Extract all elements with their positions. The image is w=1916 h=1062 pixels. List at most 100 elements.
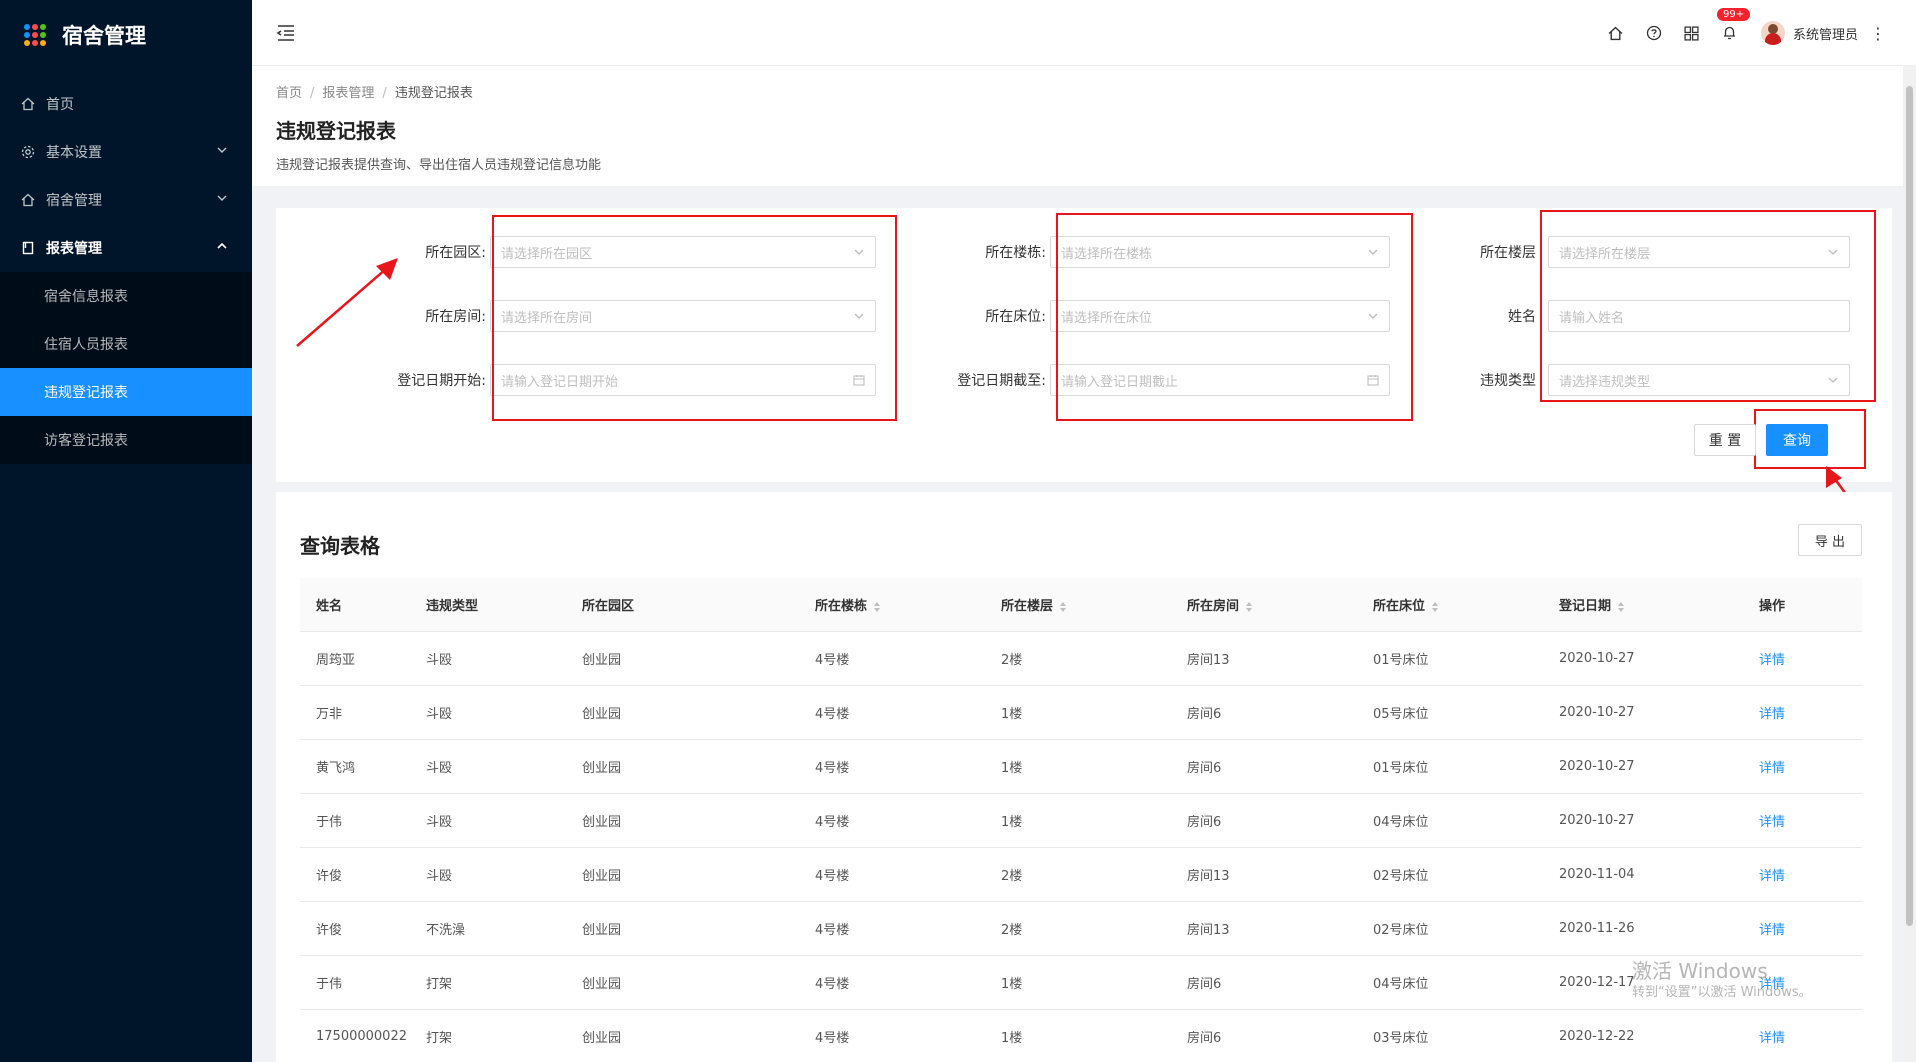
cell-name: 周筠亚 — [316, 653, 356, 668]
cell-name: 17500000022 — [316, 1029, 407, 1044]
cell-park: 创业园 — [582, 977, 622, 992]
cell-bed: 01号床位 — [1373, 653, 1429, 668]
cell-room: 房间6 — [1187, 707, 1222, 722]
sort-icon — [1618, 601, 1625, 612]
chevron-down-icon — [216, 192, 232, 208]
cell-building: 4号楼 — [815, 653, 850, 668]
column-header-floor[interactable]: 所在楼层 — [985, 595, 1171, 614]
filter-form: 所在园区: 请选择所在园区 所在房间: 请选择所在房间 登记日期开始: 请输入登… — [276, 208, 1892, 482]
sidebar-item-label: 首页 — [46, 97, 74, 113]
cell-park: 创业园 — [582, 923, 622, 938]
building-label: 所在楼栋: — [985, 245, 1046, 261]
chevron-up-icon — [216, 240, 232, 256]
sidebar: 宿舍管理 首页 基本设置 宿舍管理 报表管理 宿舍信息报表 住宿人员报表 违规登… — [0, 0, 252, 1062]
cell-bed: 01号床位 — [1373, 761, 1429, 776]
sidebar-item-basic-settings[interactable]: 基本设置 — [0, 128, 252, 176]
sort-icon — [1246, 601, 1253, 612]
page-title: 违规登记报表 — [276, 119, 396, 143]
cell-type: 打架 — [426, 977, 453, 992]
table-row: 许俊 不洗澡 创业园 4号楼 2楼 房间13 02号床位 2020-11-26 详情 — [300, 902, 1862, 956]
cell-building: 4号楼 — [815, 761, 850, 776]
sidebar-item-home[interactable]: 首页 — [0, 80, 252, 128]
annotation-box — [1056, 213, 1413, 421]
date-end-label: 登记日期截至: — [957, 373, 1046, 389]
scrollbar-thumb[interactable] — [1906, 86, 1913, 926]
cell-park: 创业园 — [582, 1031, 622, 1046]
table-body: 周筠亚 斗殴 创业园 4号楼 2楼 房间13 01号床位 2020-10-27 详情 万非 斗殴 创业… — [300, 632, 1862, 1062]
page-scrollbar[interactable] — [1903, 66, 1916, 1062]
query-button[interactable]: 查询 — [1766, 424, 1828, 456]
cell-building: 4号楼 — [815, 707, 850, 722]
column-header-action: 操作 — [1759, 599, 1786, 614]
cell-name: 许俊 — [316, 869, 343, 884]
park-label: 所在园区: — [425, 245, 486, 261]
cell-building: 4号楼 — [815, 977, 850, 992]
cell-date: 2020-12-22 — [1559, 1029, 1635, 1044]
top-header: 99+ 系统管理员 ⋮ — [252, 0, 1916, 66]
detail-link[interactable]: 详情 — [1743, 757, 1862, 776]
results-table: 姓名 违规类型 所在园区 所在楼栋 所在楼层 所在房间 所在床位 登记日期 操作… — [300, 578, 1862, 1062]
reset-button[interactable]: 重 置 — [1694, 424, 1756, 456]
column-header-room[interactable]: 所在房间 — [1171, 595, 1357, 614]
avatar[interactable] — [1760, 21, 1785, 45]
cell-room: 房间13 — [1187, 869, 1230, 884]
table-row: 周筠亚 斗殴 创业园 4号楼 2楼 房间13 01号床位 2020-10-27 详情 — [300, 632, 1862, 686]
column-header-building[interactable]: 所在楼栋 — [799, 595, 985, 614]
more-vertical-icon[interactable]: ⋮ — [1870, 24, 1886, 43]
export-button[interactable]: 导 出 — [1798, 524, 1862, 556]
table-row: 万非 斗殴 创业园 4号楼 1楼 房间6 05号床位 2020-10-27 详情 — [300, 686, 1862, 740]
cell-room: 房间6 — [1187, 815, 1222, 830]
help-icon[interactable] — [1645, 24, 1663, 42]
annotation-box — [492, 215, 897, 421]
table-row: 于伟 斗殴 创业园 4号楼 1楼 房间6 04号床位 2020-10-27 详情 — [300, 794, 1862, 848]
breadcrumb-home[interactable]: 首页 — [276, 86, 302, 101]
cell-date: 2020-11-04 — [1559, 867, 1635, 882]
cell-room: 房间6 — [1187, 761, 1222, 776]
user-name[interactable]: 系统管理员 — [1793, 24, 1858, 43]
sidebar-item-visitor-report[interactable]: 访客登记报表 — [0, 416, 252, 464]
cell-bed: 02号床位 — [1373, 923, 1429, 938]
sidebar-item-dorm-info-report[interactable]: 宿舍信息报表 — [0, 272, 252, 320]
file-icon — [20, 240, 36, 256]
column-header-type: 违规类型 — [426, 599, 479, 614]
column-header-bed[interactable]: 所在床位 — [1357, 595, 1543, 614]
sidebar-item-dorm-management[interactable]: 宿舍管理 — [0, 176, 252, 224]
breadcrumb-reports[interactable]: 报表管理 — [322, 86, 374, 101]
table-title: 查询表格 — [300, 534, 380, 558]
cell-date: 2020-10-27 — [1559, 813, 1635, 828]
table-row: 于伟 打架 创业园 4号楼 1楼 房间6 04号床位 2020-12-17 详情 — [300, 956, 1862, 1010]
cell-date: 2020-10-27 — [1559, 759, 1635, 774]
home-icon[interactable] — [1607, 24, 1625, 42]
sidebar-item-label: 报表管理 — [46, 241, 102, 257]
notification-badge: 99+ — [1716, 8, 1751, 21]
cell-type: 斗殴 — [426, 653, 453, 668]
cell-room: 房间13 — [1187, 653, 1230, 668]
detail-link[interactable]: 详情 — [1743, 703, 1862, 722]
cell-floor: 2楼 — [1001, 653, 1023, 668]
sort-icon — [874, 601, 881, 612]
detail-link[interactable]: 详情 — [1743, 811, 1862, 830]
table-header-row: 姓名 违规类型 所在园区 所在楼栋 所在楼层 所在房间 所在床位 登记日期 操作 — [300, 578, 1862, 632]
cell-name: 于伟 — [316, 815, 343, 830]
menu-fold-icon[interactable] — [276, 24, 296, 42]
column-header-date[interactable]: 登记日期 — [1543, 595, 1743, 614]
cell-bed: 04号床位 — [1373, 977, 1429, 992]
cell-building: 4号楼 — [815, 869, 850, 884]
detail-link[interactable]: 详情 — [1743, 865, 1862, 884]
cell-floor: 1楼 — [1001, 761, 1023, 776]
apps-icon[interactable] — [1683, 24, 1701, 42]
detail-link[interactable]: 详情 — [1743, 649, 1862, 668]
sidebar-item-resident-report[interactable]: 住宿人员报表 — [0, 320, 252, 368]
detail-link[interactable]: 详情 — [1743, 919, 1862, 938]
detail-link[interactable]: 详情 — [1743, 1027, 1862, 1046]
cell-room: 房间6 — [1187, 1031, 1222, 1046]
bell-icon[interactable]: 99+ — [1716, 8, 1751, 42]
windows-activation-watermark: 激活 Windows 转到“设置”以激活 Windows。 — [1632, 959, 1812, 1000]
cell-type: 斗殴 — [426, 869, 453, 884]
cell-bed: 03号床位 — [1373, 1031, 1429, 1046]
annotation-box — [1540, 210, 1876, 402]
sidebar-item-violation-report[interactable]: 违规登记报表 — [0, 368, 252, 416]
table-row: 许俊 斗殴 创业园 4号楼 2楼 房间13 02号床位 2020-11-04 详情 — [300, 848, 1862, 902]
sidebar-item-report-management[interactable]: 报表管理 — [0, 224, 252, 272]
cell-park: 创业园 — [582, 761, 622, 776]
